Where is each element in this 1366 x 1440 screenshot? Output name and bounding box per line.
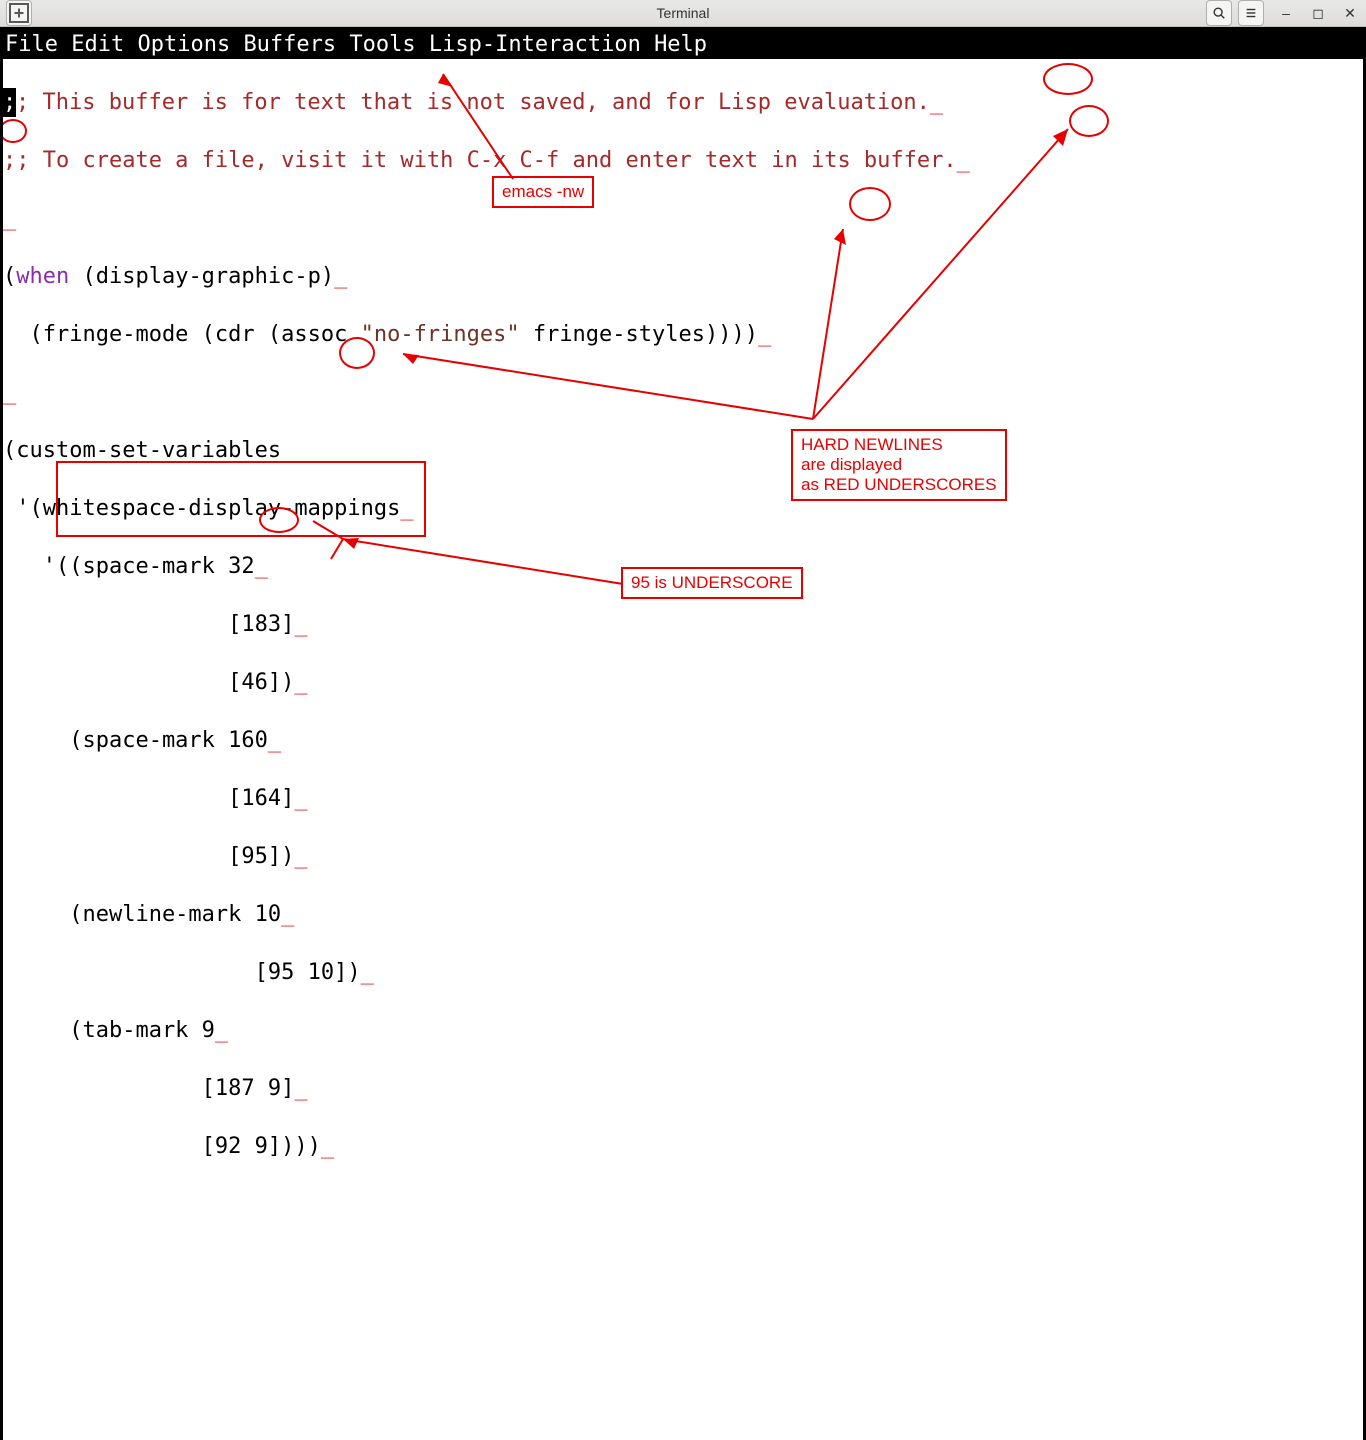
buffer-line: [187 9]_ bbox=[3, 1074, 1363, 1103]
terminal-area[interactable]: File Edit Options Buffers Tools Lisp-Int… bbox=[0, 27, 1366, 1440]
buffer-line: ;; This buffer is for text that is not s… bbox=[3, 88, 1363, 117]
newline-marker: _ bbox=[294, 844, 307, 869]
menu-edit[interactable]: Edit bbox=[71, 32, 124, 57]
newline-marker: _ bbox=[281, 438, 294, 463]
terminal-window: Terminal – ◻ ✕ File Edit Options Buffers… bbox=[0, 0, 1366, 720]
buffer-line: (tab-mark 9_ bbox=[3, 1016, 1363, 1045]
buffer-line: [95 10])_ bbox=[3, 958, 1363, 987]
buffer-line: [95])_ bbox=[3, 842, 1363, 871]
menu-help[interactable]: Help bbox=[654, 32, 707, 57]
new-tab-button[interactable] bbox=[6, 0, 32, 26]
newline-marker: _ bbox=[400, 496, 413, 521]
newline-marker: _ bbox=[255, 554, 268, 579]
newline-marker: _ bbox=[930, 90, 943, 115]
annotation-circle-icon bbox=[3, 119, 27, 143]
buffer-line: [164]_ bbox=[3, 784, 1363, 813]
close-window-button[interactable]: ✕ bbox=[1340, 5, 1360, 22]
titlebar: Terminal – ◻ ✕ bbox=[0, 0, 1366, 27]
window-title: Terminal bbox=[657, 5, 710, 21]
newline-marker: _ bbox=[758, 322, 771, 347]
search-button[interactable] bbox=[1206, 0, 1232, 26]
buffer-line: '((space-mark 32_ bbox=[3, 552, 1363, 581]
buffer-line: (when (display-graphic-p)_ bbox=[3, 262, 1363, 291]
newline-marker: _ bbox=[294, 786, 307, 811]
menu-file[interactable]: File bbox=[5, 32, 58, 57]
point-cursor: ; bbox=[3, 88, 16, 117]
buffer-line: _ bbox=[3, 204, 1363, 233]
newline-marker: _ bbox=[334, 264, 347, 289]
newline-marker: _ bbox=[215, 1018, 228, 1043]
buffer-line: _ bbox=[3, 378, 1363, 407]
menu-tools[interactable]: Tools bbox=[349, 32, 415, 57]
newline-marker: _ bbox=[957, 148, 970, 173]
minimize-button[interactable]: – bbox=[1276, 5, 1296, 21]
newline-marker: _ bbox=[294, 670, 307, 695]
buffer-line: [92 9])))_ bbox=[3, 1132, 1363, 1161]
newline-marker: _ bbox=[3, 206, 16, 231]
newline-marker: _ bbox=[361, 960, 374, 985]
menu-lisp-interaction[interactable]: Lisp-Interaction bbox=[429, 32, 641, 57]
buffer-line: (custom-set-variables_ bbox=[3, 436, 1363, 465]
menu-options[interactable]: Options bbox=[137, 32, 230, 57]
buffer-line: (space-mark 160_ bbox=[3, 726, 1363, 755]
emacs-buffer[interactable]: ;; This buffer is for text that is not s… bbox=[3, 59, 1363, 1440]
buffer-line: '(whitespace-display-mappings_ bbox=[3, 494, 1363, 523]
newline-marker: _ bbox=[294, 1076, 307, 1101]
newline-marker: _ bbox=[3, 380, 16, 405]
newline-marker: _ bbox=[294, 612, 307, 637]
buffer-line: [46])_ bbox=[3, 668, 1363, 697]
buffer-line: (newline-mark 10_ bbox=[3, 900, 1363, 929]
hamburger-menu-button[interactable] bbox=[1238, 0, 1264, 26]
emacs-menubar[interactable]: File Edit Options Buffers Tools Lisp-Int… bbox=[3, 30, 1363, 59]
buffer-line: [183]_ bbox=[3, 610, 1363, 639]
newline-marker: _ bbox=[281, 902, 294, 927]
buffer-line: (fringe-mode (cdr (assoc "no-fringes" fr… bbox=[3, 320, 1363, 349]
buffer-line: ;; To create a file, visit it with C-x C… bbox=[3, 146, 1363, 175]
newline-marker: _ bbox=[321, 1134, 334, 1159]
maximize-button[interactable]: ◻ bbox=[1308, 5, 1328, 22]
emacs-frame: File Edit Options Buffers Tools Lisp-Int… bbox=[3, 30, 1363, 1440]
menu-buffers[interactable]: Buffers bbox=[243, 32, 336, 57]
newline-marker: _ bbox=[268, 728, 281, 753]
